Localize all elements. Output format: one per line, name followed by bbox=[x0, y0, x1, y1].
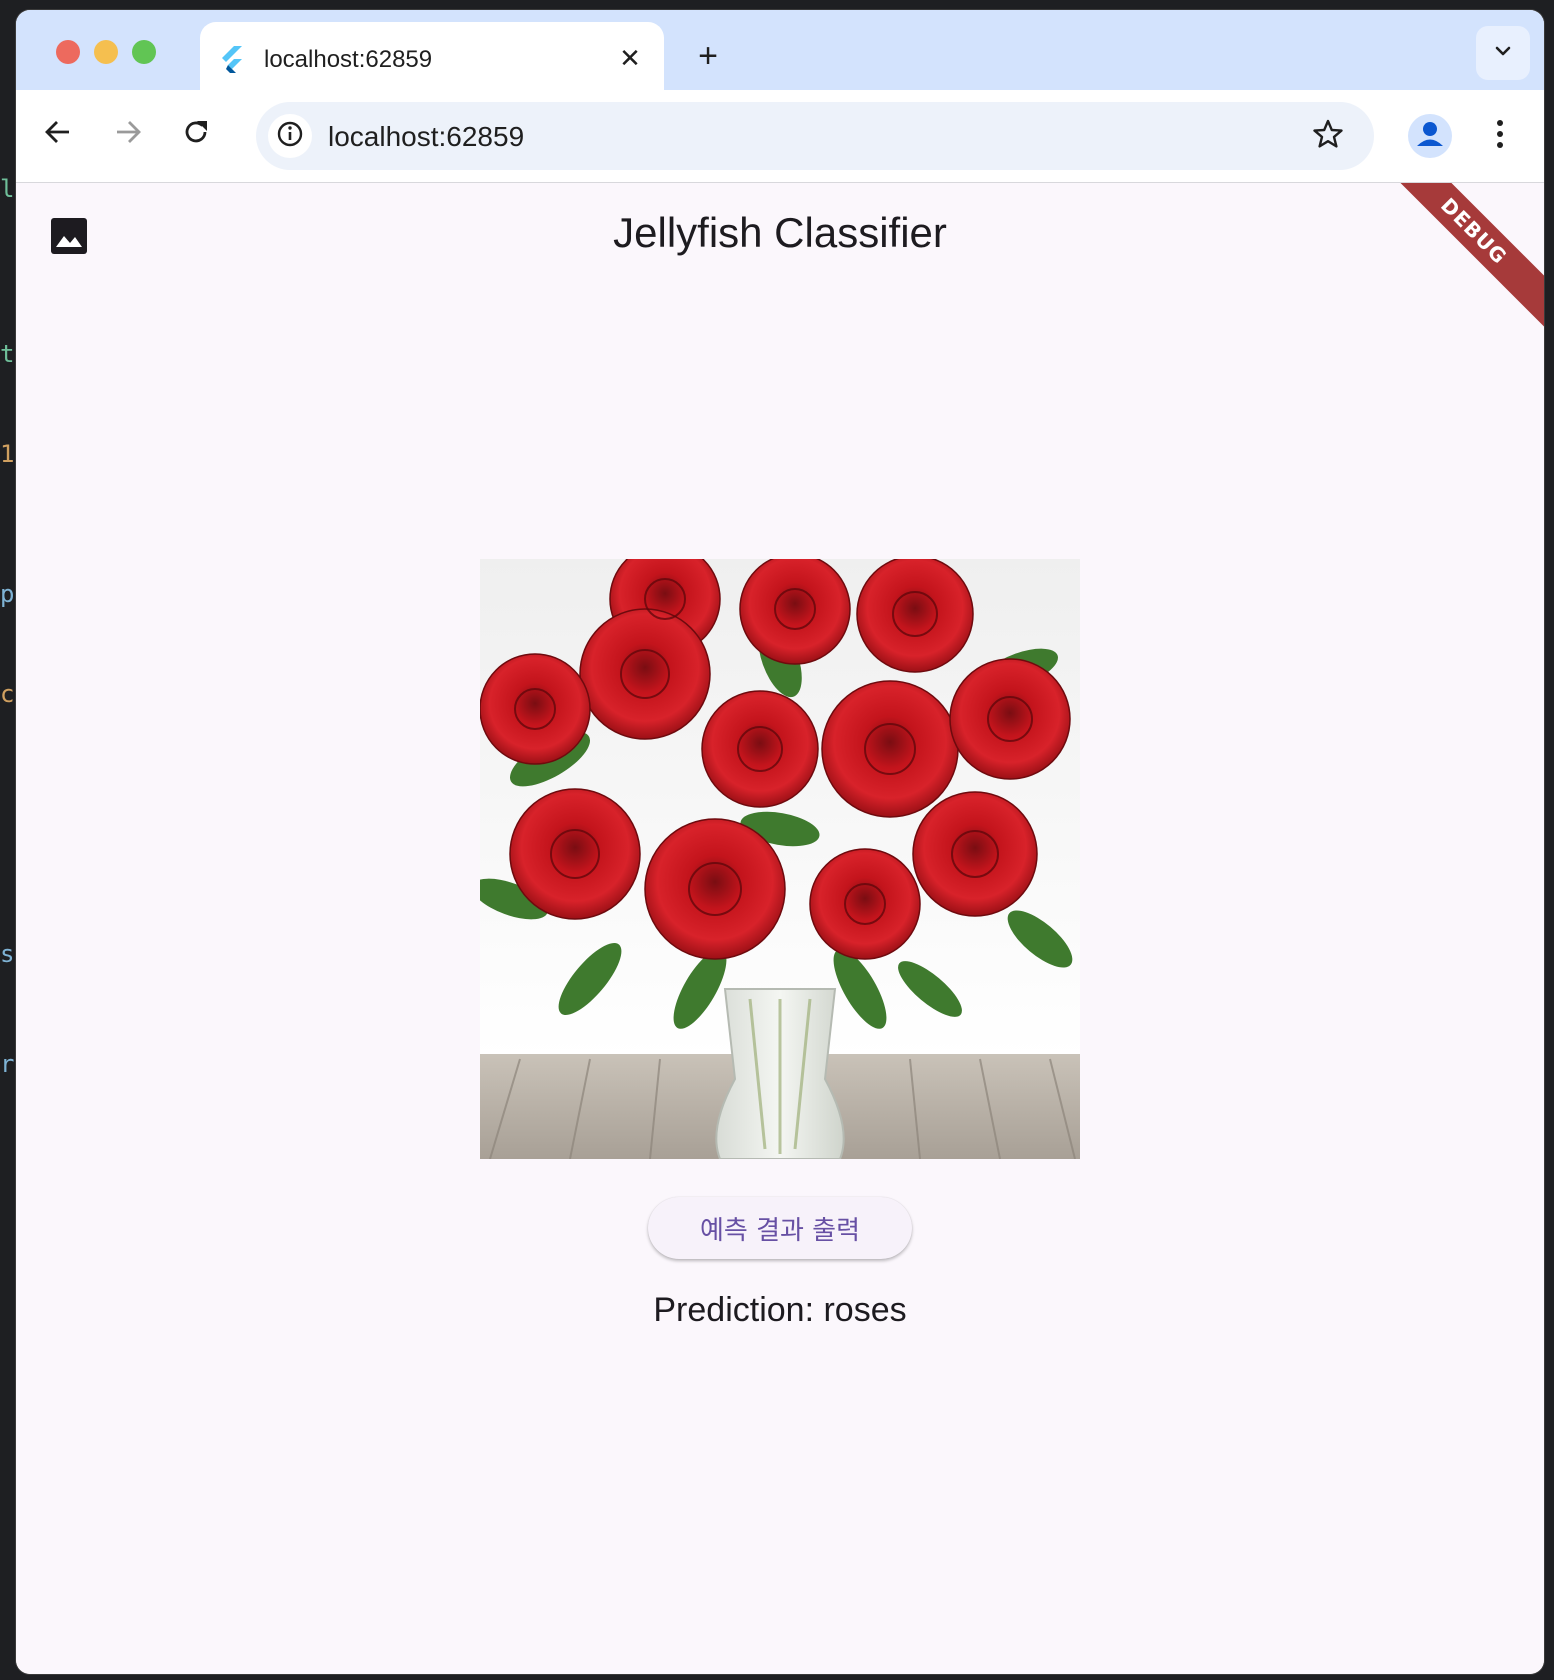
browser-tab[interactable]: localhost:62859 ✕ bbox=[200, 22, 664, 100]
tab-title: localhost:62859 bbox=[264, 46, 433, 73]
background-editor-text: r bbox=[0, 1050, 15, 1078]
app-title: Jellyfish Classifier bbox=[613, 209, 947, 256]
tab-search-button[interactable] bbox=[1476, 26, 1530, 80]
tab-strip: localhost:62859 ✕ + bbox=[16, 10, 1544, 100]
site-info-button[interactable] bbox=[268, 114, 312, 158]
app-content: Jellyfish Classifier DEBUG 예측 결과 출력 Pred… bbox=[16, 183, 1544, 1674]
address-bar[interactable]: localhost:62859 bbox=[256, 102, 1374, 170]
profile-button[interactable] bbox=[1408, 114, 1452, 158]
flutter-icon bbox=[220, 46, 244, 74]
predict-button[interactable]: 예측 결과 출력 bbox=[648, 1197, 912, 1259]
star-icon bbox=[1312, 118, 1344, 155]
arrow-left-icon bbox=[43, 117, 73, 152]
background-editor-text: p bbox=[0, 580, 15, 608]
reload-icon bbox=[181, 117, 211, 152]
background-editor-text: t bbox=[0, 340, 15, 368]
close-window-button[interactable] bbox=[56, 40, 80, 64]
browser-window: localhost:62859 ✕ + localhost:62859 Jell… bbox=[16, 10, 1544, 1674]
background-editor-text: c bbox=[0, 680, 15, 708]
new-tab-button[interactable]: + bbox=[688, 36, 728, 76]
debug-banner: DEBUG bbox=[1369, 183, 1544, 336]
more-vert-icon bbox=[1495, 118, 1505, 155]
browser-toolbar: localhost:62859 bbox=[16, 90, 1544, 183]
bookmark-button[interactable] bbox=[1308, 116, 1348, 156]
maximize-window-button[interactable] bbox=[132, 40, 156, 64]
forward-button[interactable] bbox=[104, 110, 152, 158]
reload-button[interactable] bbox=[172, 110, 220, 158]
person-icon bbox=[1408, 114, 1452, 158]
browser-menu-button[interactable] bbox=[1478, 114, 1522, 158]
prediction-text: Prediction: roses bbox=[653, 1291, 907, 1329]
url-text[interactable]: localhost:62859 bbox=[328, 121, 524, 153]
close-tab-button[interactable]: ✕ bbox=[612, 40, 648, 76]
back-button[interactable] bbox=[34, 110, 82, 158]
minimize-window-button[interactable] bbox=[94, 40, 118, 64]
chevron-down-icon bbox=[1492, 40, 1514, 67]
background-editor-text: s bbox=[0, 940, 15, 968]
roses-image bbox=[480, 559, 1080, 1159]
arrow-right-icon bbox=[113, 117, 143, 152]
background-editor-text: l bbox=[0, 175, 15, 203]
info-icon bbox=[276, 120, 304, 153]
background-editor-text: 1 bbox=[0, 440, 15, 468]
